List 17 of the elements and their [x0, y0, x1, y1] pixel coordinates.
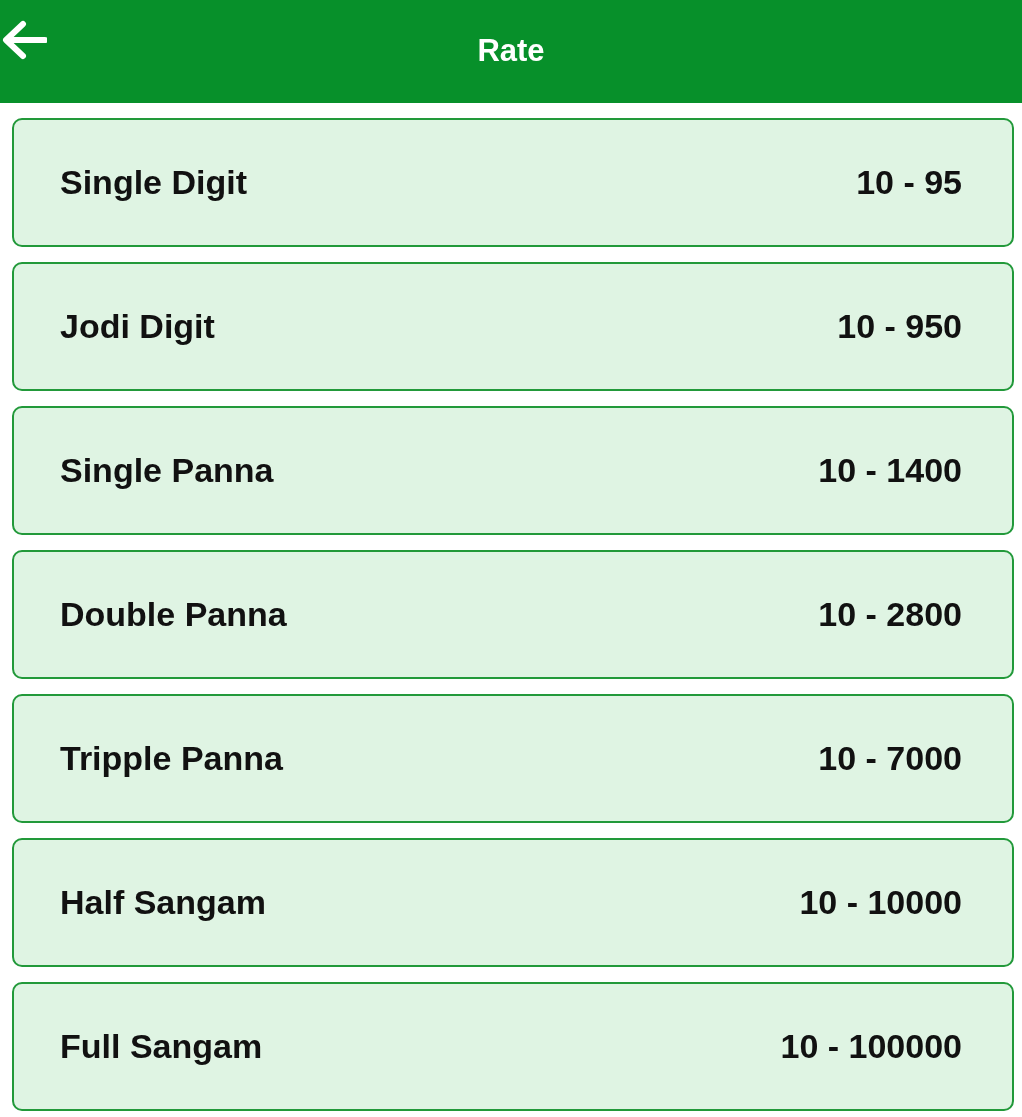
rate-value: 10 - 100000	[780, 1026, 962, 1067]
game-name: Full Sangam	[60, 1026, 263, 1067]
rate-value: 10 - 10000	[799, 882, 962, 923]
rate-value: 10 - 1400	[818, 450, 962, 491]
game-name: Jodi Digit	[60, 306, 215, 347]
rate-value: 10 - 95	[856, 162, 962, 203]
game-name: Double Panna	[60, 594, 287, 635]
rate-value: 10 - 950	[837, 306, 962, 347]
back-button[interactable]	[0, 18, 48, 62]
rate-value: 10 - 2800	[818, 594, 962, 635]
game-name: Single Panna	[60, 450, 274, 491]
game-name: Single Digit	[60, 162, 247, 203]
rate-value: 10 - 7000	[818, 738, 962, 779]
game-name: Tripple Panna	[60, 738, 283, 779]
game-name: Half Sangam	[60, 882, 266, 923]
back-arrow-icon	[1, 20, 47, 60]
screen-title: Rate	[477, 32, 545, 71]
